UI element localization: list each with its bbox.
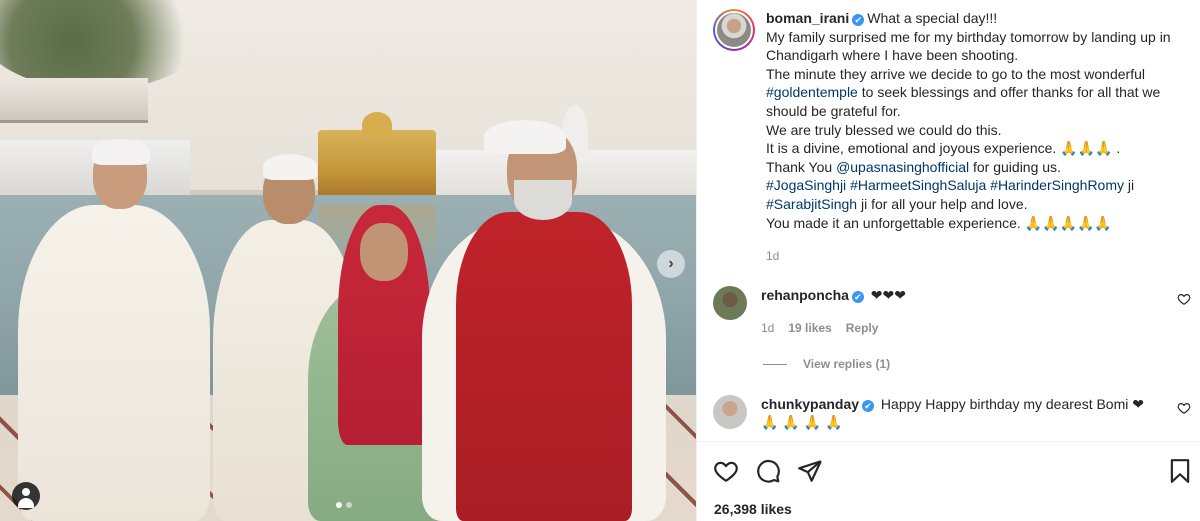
comment-time[interactable]: 1d <box>761 319 774 337</box>
comment-icon[interactable] <box>755 458 781 484</box>
avatar-image <box>715 11 753 49</box>
author-avatar[interactable] <box>713 9 755 51</box>
caption-line-4: We are truly blessed we could do this. <box>766 121 1002 138</box>
tag-body <box>18 498 34 508</box>
comment-like-heart-icon[interactable] <box>1177 292 1191 306</box>
post-side-panel: boman_irani ✔ What a special day!!! My fam… <box>696 0 1200 521</box>
post-photo[interactable]: › <box>0 0 696 521</box>
mention-upasnasinghofficial[interactable]: @upasnasinghofficial <box>836 159 969 175</box>
chevron-right-icon: › <box>668 255 674 272</box>
send-icon[interactable] <box>797 458 823 484</box>
caption-line-8: #SarabjitSingh ji for all your help and … <box>766 195 1191 214</box>
hashtag-harindersinghromy[interactable]: #HarinderSinghRomy <box>990 177 1124 193</box>
comment-body: chunkypanday ✔ Happy Happy birthday my de… <box>761 395 1146 431</box>
user-tag-icon[interactable] <box>12 482 40 510</box>
commenter-username[interactable]: rehanponcha <box>761 287 849 303</box>
replies-divider <box>763 363 787 365</box>
caption-line-6: Thank You @upasnasinghofficial for guidi… <box>766 158 1191 177</box>
comment-text: ❤❤❤ <box>870 287 906 303</box>
comment-item: rehanponcha ✔ ❤❤❤ 1d 19 likes Reply <box>713 286 1191 337</box>
caption-text: Thank You <box>766 158 837 175</box>
hashtag-harmeetsinghsaluja[interactable]: #HarmeetSinghSaluja <box>850 177 986 193</box>
post-caption: boman_irani ✔ What a special day!!! My fam… <box>713 9 1193 266</box>
author-username[interactable]: boman_irani <box>766 10 849 26</box>
photo-golden-temple <box>318 130 436 198</box>
comment-meta: 1d 19 likes Reply <box>761 319 1146 337</box>
post-actions-bar: 26,398 likes <box>697 441 1200 521</box>
comment-body: rehanponcha ✔ ❤❤❤ 1d 19 likes Reply <box>761 286 1146 337</box>
comment-likes[interactable]: 19 likes <box>788 319 831 337</box>
bookmark-icon <box>1170 459 1190 483</box>
verified-badge-icon: ✔ <box>851 291 864 303</box>
carousel-dot-active <box>336 502 342 508</box>
carousel-dot <box>346 502 352 508</box>
commenter-username[interactable]: chunkypanday <box>761 396 859 412</box>
verified-badge-icon: ✔ <box>852 14 865 26</box>
person-cap <box>263 154 317 180</box>
caption-text: ji for all your help and love. <box>857 195 1028 212</box>
photo-golden-dome <box>362 112 392 138</box>
tag-head <box>22 488 30 496</box>
photo-canopy <box>0 78 148 123</box>
person-cap <box>484 120 566 154</box>
view-replies-button[interactable]: View replies (1) <box>763 357 890 371</box>
caption-body: boman_irani ✔ What a special day!!! My fam… <box>766 9 1191 266</box>
avatar-image <box>713 286 747 320</box>
post-likes-count[interactable]: 26,398 likes <box>714 501 792 517</box>
heart-icon[interactable] <box>713 458 739 484</box>
caption-line-5: It is a divine, emotional and joyous exp… <box>766 140 1121 157</box>
person-cap <box>92 139 150 165</box>
view-replies-label: View replies (1) <box>803 357 891 371</box>
caption-text: for guiding us. <box>969 158 1061 175</box>
person-head <box>360 223 408 281</box>
caption-line-9: You made it an unforgettable experience.… <box>766 214 1112 231</box>
hashtag-sarabjitsingh[interactable]: #SarabjitSingh <box>766 196 857 212</box>
carousel-dots <box>336 502 352 508</box>
commenter-avatar[interactable] <box>713 286 747 320</box>
hashtag-goldentemple[interactable]: #goldentemple <box>766 84 858 100</box>
save-button[interactable] <box>1167 458 1193 484</box>
caption-text: The minute they arrive we decide to go t… <box>766 65 1145 82</box>
commenter-avatar[interactable] <box>713 395 747 429</box>
person-vest <box>456 212 632 521</box>
post-time[interactable]: 1d <box>766 247 1191 266</box>
action-icons-group <box>713 458 823 484</box>
person-beard <box>514 180 572 220</box>
hashtag-jogasinghji[interactable]: #JogaSinghji <box>766 177 846 193</box>
caption-line-7: #JogaSinghji #HarmeetSinghSaluja #Harind… <box>766 176 1191 195</box>
next-photo-button[interactable]: › <box>657 250 685 278</box>
comment-item: chunkypanday ✔ Happy Happy birthday my de… <box>713 395 1191 431</box>
avatar-image <box>713 395 747 429</box>
photo-person-4 <box>422 120 666 521</box>
caption-line-2: My family surprised me for my birthday t… <box>766 28 1171 64</box>
comments-scroll-area[interactable]: boman_irani ✔ What a special day!!! My fam… <box>697 0 1200 441</box>
caption-text: ji <box>1124 177 1135 194</box>
caption-line-3: The minute they arrive we decide to go t… <box>766 65 1191 121</box>
comment-like-heart-icon[interactable] <box>1177 401 1191 415</box>
caption-line-1: What a special day!!! <box>867 10 998 26</box>
comment-reply-button[interactable]: Reply <box>846 319 879 337</box>
photo-person-1 <box>18 139 210 521</box>
verified-badge-icon: ✔ <box>862 400 875 412</box>
